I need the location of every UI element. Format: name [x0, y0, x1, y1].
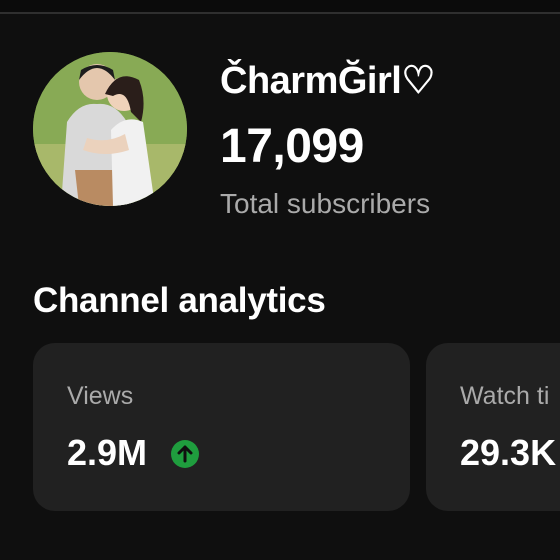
- section-title: Channel analytics: [33, 281, 326, 320]
- views-value: 2.9M: [67, 432, 148, 473]
- views-label: Views: [67, 382, 134, 410]
- channel-avatar[interactable]: [33, 52, 187, 206]
- arrow-up-icon-glyph: [177, 445, 193, 463]
- channel-name: ČharmĞirl♡: [220, 60, 435, 102]
- watch-time-value: 29.3K: [460, 432, 557, 473]
- subscriber-label: Total subscribers: [220, 188, 431, 219]
- watch-time-label: Watch ti: [460, 382, 550, 410]
- channel-profile-header: ČharmĞirl♡ 17,099 Total subscribers: [33, 52, 533, 222]
- channel-analytics-screen: ČharmĞirl♡ 17,099 Total subscribers Chan…: [0, 0, 560, 560]
- views-card[interactable]: Views 2.9M: [33, 343, 410, 511]
- top-divider: [0, 0, 560, 14]
- watch-time-card[interactable]: Watch ti 29.3K: [426, 343, 560, 511]
- arrow-up-icon: [171, 440, 199, 468]
- avatar-photo: [33, 52, 187, 206]
- subscriber-count: 17,099: [220, 120, 364, 173]
